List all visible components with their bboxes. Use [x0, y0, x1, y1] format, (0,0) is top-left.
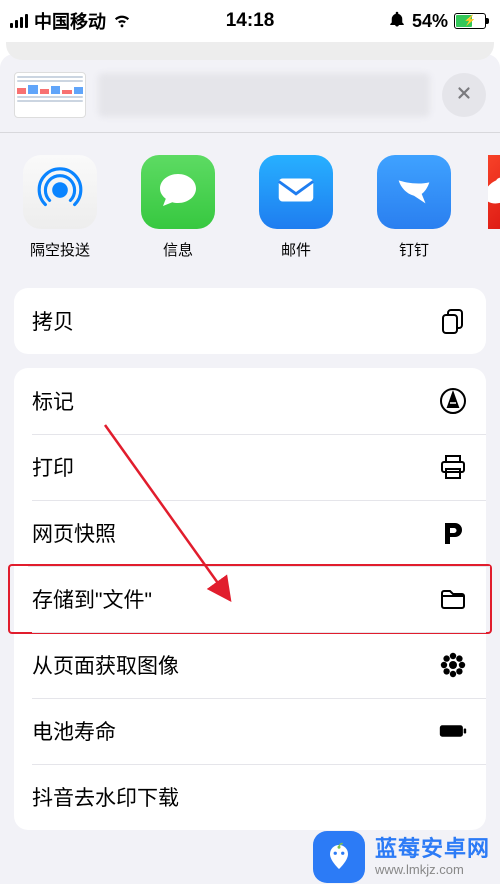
more-icon: [438, 782, 468, 812]
document-thumbnail: [14, 72, 86, 118]
close-icon: [455, 84, 473, 107]
battery-icon: ⚡: [454, 13, 486, 29]
weibo-icon: [488, 167, 500, 218]
share-app-more[interactable]: [488, 155, 500, 260]
action-label: 电池寿命: [32, 716, 116, 746]
share-app-label: 隔空投送: [30, 239, 90, 260]
action-copy[interactable]: 拷贝: [14, 288, 486, 354]
document-title-redacted: [98, 73, 430, 117]
wifi-icon: [112, 9, 132, 34]
action-label: 标记: [32, 386, 74, 416]
watermark: 蓝莓安卓网 www.lmkjz.com: [307, 825, 500, 889]
watermark-url: www.lmkjz.com: [375, 862, 490, 878]
pocket-p-icon: [438, 518, 468, 548]
action-label: 打印: [32, 452, 74, 482]
share-app-label: 信息: [163, 239, 193, 260]
action-web-snapshot[interactable]: 网页快照: [14, 500, 486, 566]
close-button[interactable]: [442, 73, 486, 117]
share-app-mail[interactable]: 邮件: [252, 155, 340, 260]
action-label: 抖音去水印下载: [32, 782, 179, 812]
share-app-airdrop[interactable]: 隔空投送: [16, 155, 104, 260]
share-app-messages[interactable]: 信息: [134, 155, 222, 260]
share-apps-row[interactable]: 隔空投送 信息 邮件 钉钉: [0, 133, 500, 274]
action-label: 拷贝: [32, 306, 74, 336]
copy-icon: [438, 306, 468, 336]
messages-icon: [154, 166, 202, 219]
battery-percent: 54%: [412, 11, 448, 32]
folder-icon: [438, 584, 468, 614]
dingtalk-icon: [391, 167, 437, 218]
background-page: [6, 42, 494, 60]
share-app-label: 邮件: [281, 239, 311, 260]
action-group-copy: 拷贝: [14, 288, 486, 354]
carrier-label: 中国移动: [34, 8, 106, 34]
action-get-images[interactable]: 从页面获取图像: [14, 632, 486, 698]
alarm-icon: [388, 10, 406, 33]
action-douyin-download[interactable]: 抖音去水印下载: [14, 764, 486, 830]
action-label: 存储到"文件": [32, 584, 152, 614]
action-battery-life[interactable]: 电池寿命: [14, 698, 486, 764]
action-print[interactable]: 打印: [14, 434, 486, 500]
airdrop-icon: [35, 165, 85, 220]
share-sheet: 隔空投送 信息 邮件 钉钉: [0, 54, 500, 884]
action-markup[interactable]: 标记: [14, 368, 486, 434]
action-group-main: 标记 打印 网页快照 存储到"文件" 从页面获取图像: [14, 368, 486, 830]
cellular-signal-icon: [10, 14, 28, 28]
action-label: 网页快照: [32, 518, 116, 548]
watermark-title: 蓝莓安卓网: [375, 836, 490, 862]
status-time: 14:18: [226, 10, 275, 32]
share-app-label: 钉钉: [399, 239, 429, 260]
status-bar: 中国移动 14:18 54% ⚡: [0, 0, 500, 42]
flower-icon: [438, 650, 468, 680]
action-label: 从页面获取图像: [32, 650, 179, 680]
share-header: [0, 54, 500, 132]
print-icon: [438, 452, 468, 482]
mail-icon: [273, 167, 319, 218]
watermark-icon: [313, 831, 365, 883]
share-app-dingtalk[interactable]: 钉钉: [370, 155, 458, 260]
markup-icon: [438, 386, 468, 416]
battery-full-icon: [438, 716, 468, 746]
action-save-to-files[interactable]: 存储到"文件": [10, 566, 490, 632]
